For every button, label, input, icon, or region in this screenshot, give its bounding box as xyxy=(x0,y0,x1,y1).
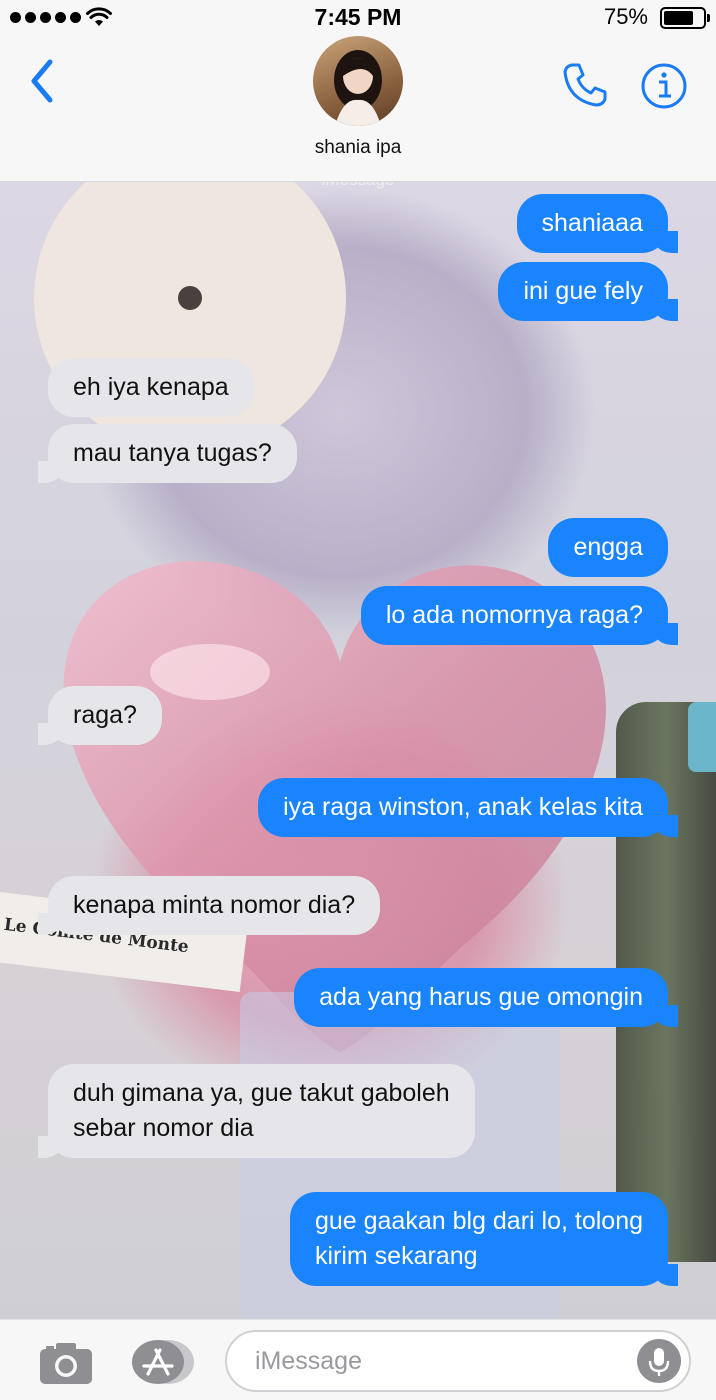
message-bubble-incoming[interactable]: mau tanya tugas? xyxy=(38,424,297,483)
message-bubble-incoming[interactable]: eh iya kenapa xyxy=(48,358,254,417)
message-bubble-outgoing[interactable]: gue gaakan blg dari lo, tolong kirim sek… xyxy=(289,1192,679,1286)
message-bubble-outgoing[interactable]: shaniaaa xyxy=(516,194,679,253)
message-bubble-outgoing[interactable]: lo ada nomornya raga? xyxy=(360,586,679,645)
imessage-watermark: iMessage xyxy=(0,182,716,190)
app-store-icon[interactable] xyxy=(128,1338,196,1386)
message-bubble-outgoing[interactable]: ini gue fely xyxy=(498,262,678,321)
status-bar: 7:45 PM 75% xyxy=(0,0,716,36)
camera-icon[interactable] xyxy=(38,1340,94,1386)
message-bubble-outgoing[interactable]: ada yang harus gue omongin xyxy=(294,968,678,1027)
message-input[interactable]: iMessage xyxy=(225,1330,691,1392)
message-bubble-outgoing[interactable]: iya raga winston, anak kelas kita xyxy=(258,778,678,837)
info-icon[interactable] xyxy=(640,62,688,110)
message-bubble-outgoing[interactable]: engga xyxy=(548,518,668,577)
conversation-header: shania ipa xyxy=(0,36,716,182)
message-bubble-incoming[interactable]: kenapa minta nomor dia? xyxy=(37,876,381,935)
contact-avatar[interactable] xyxy=(313,36,403,126)
phone-icon[interactable] xyxy=(560,60,610,110)
contact-name[interactable]: shania ipa xyxy=(0,137,716,159)
battery-percent: 75% xyxy=(603,4,648,29)
microphone-icon[interactable] xyxy=(637,1339,681,1383)
wallpaper-bottle-cap xyxy=(688,702,716,772)
back-chevron-icon[interactable] xyxy=(24,56,64,106)
compose-bar: iMessage xyxy=(0,1319,716,1400)
message-list[interactable]: Le Comte de Monte iMessage shaniaaa ini … xyxy=(0,182,716,1319)
message-bubble-incoming[interactable]: duh gimana ya, gue takut gaboleh sebar n… xyxy=(38,1064,475,1158)
battery-icon xyxy=(660,7,710,29)
message-input-placeholder: iMessage xyxy=(255,1347,362,1375)
message-bubble-incoming[interactable]: raga? xyxy=(38,686,162,745)
